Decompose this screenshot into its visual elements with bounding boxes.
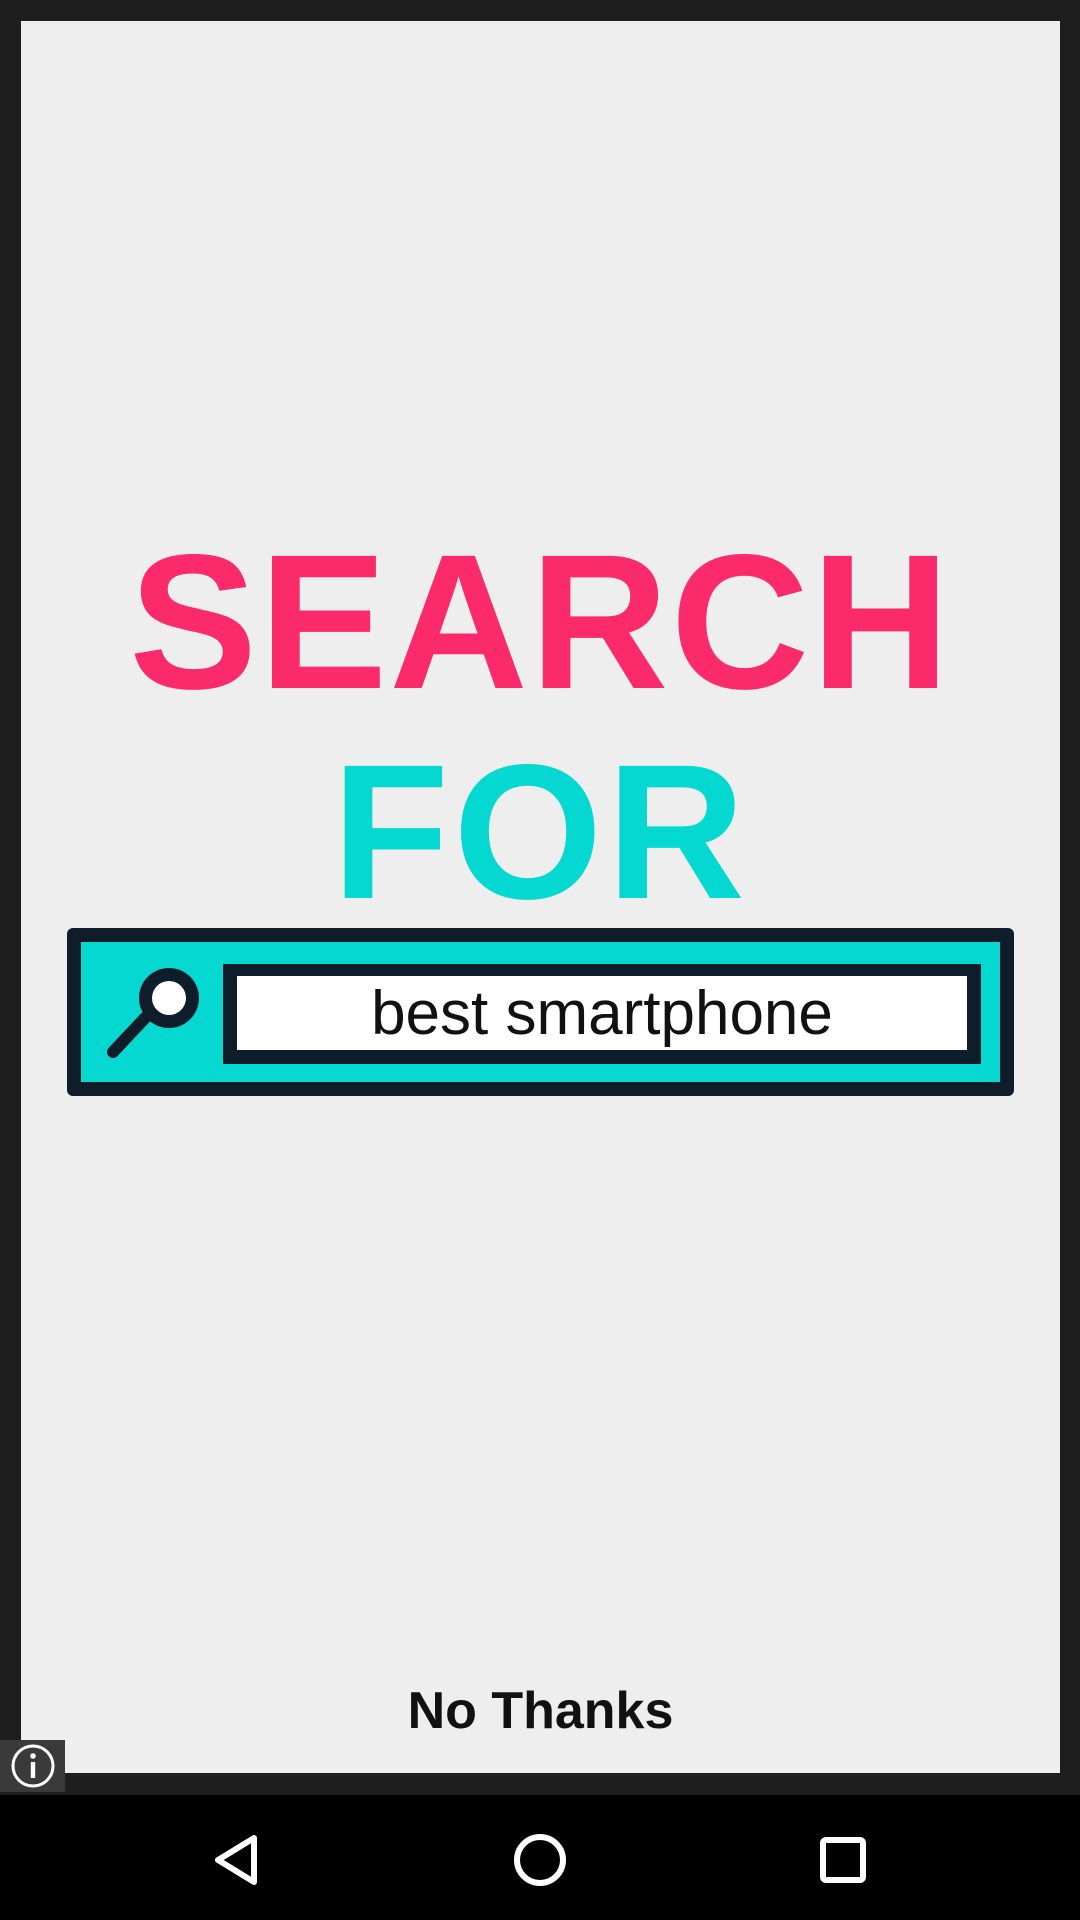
screen: SEARCH FOR best smartphone No Thanks <box>0 0 1080 1920</box>
search-banner-inner: best smartphone <box>81 942 1000 1082</box>
home-circle-icon <box>514 1834 566 1886</box>
search-banner[interactable]: best smartphone <box>67 928 1014 1096</box>
recents-square-icon <box>820 1837 866 1883</box>
interstitial-ad[interactable]: SEARCH FOR best smartphone No Thanks <box>21 21 1060 1773</box>
info-icon <box>11 1744 54 1788</box>
info-button[interactable] <box>0 1740 65 1792</box>
magnifier-icon <box>107 968 199 1058</box>
headline-search: SEARCH <box>129 514 952 729</box>
headline-for: FOR <box>331 724 750 939</box>
nav-home-button[interactable] <box>505 1825 575 1895</box>
nav-recents-button[interactable] <box>808 1825 878 1895</box>
navigation-bar <box>0 1795 1080 1920</box>
search-query-field[interactable]: best smartphone <box>237 976 967 1050</box>
back-triangle-icon <box>215 1835 257 1885</box>
nav-back-button[interactable] <box>201 1825 271 1895</box>
no-thanks-button[interactable]: No Thanks <box>21 1681 1060 1741</box>
search-field-frame: best smartphone <box>223 964 981 1064</box>
